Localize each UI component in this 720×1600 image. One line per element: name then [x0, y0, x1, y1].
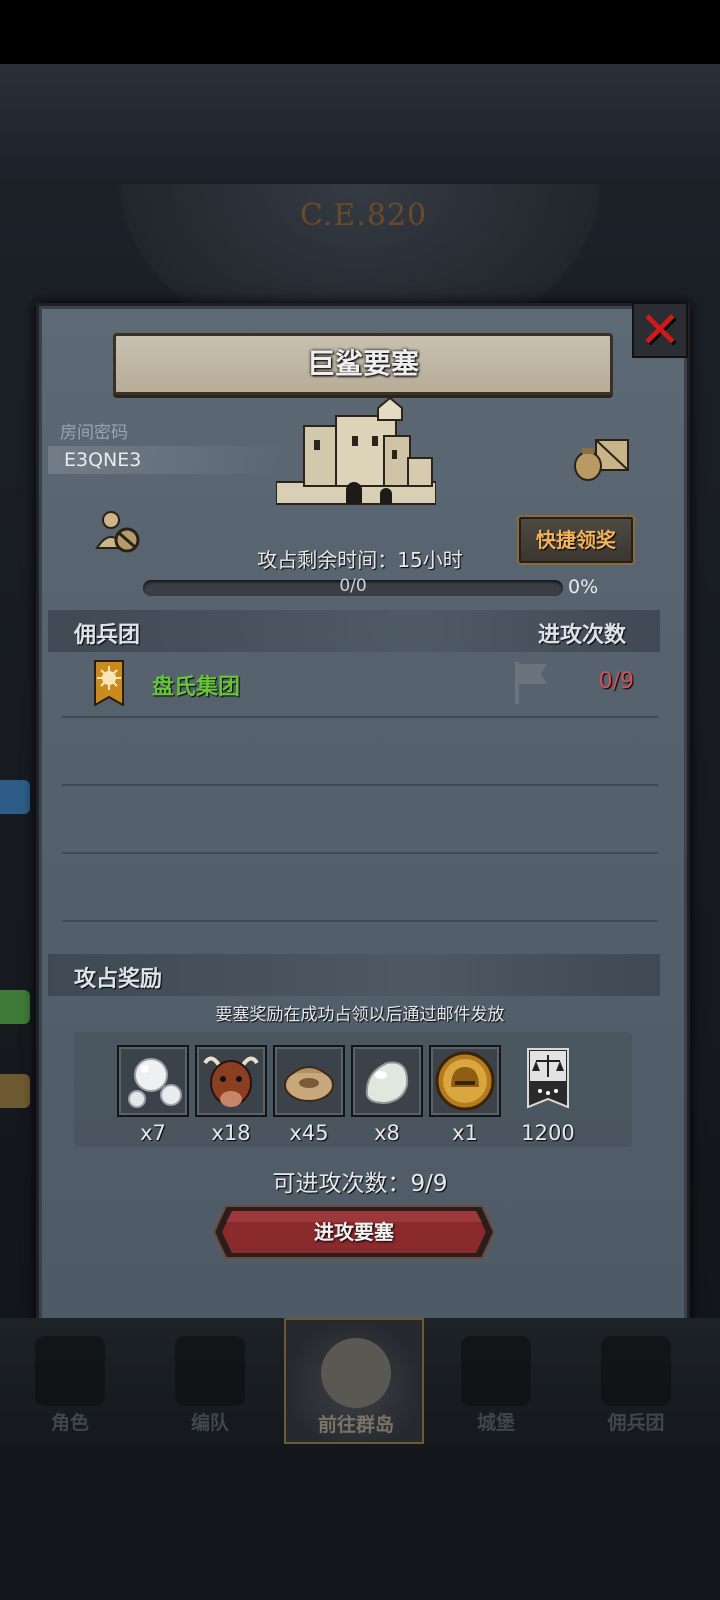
- nav-label: 编队: [190, 1412, 229, 1434]
- nav-item-islands[interactable]: 前往群岛: [284, 1318, 424, 1444]
- close-icon: ✕: [639, 301, 681, 359]
- side-tab-green[interactable]: [0, 990, 30, 1024]
- close-button[interactable]: ✕: [632, 302, 688, 358]
- castle-icon: [276, 396, 436, 505]
- remaining-time: 攻占剩余时间：15小时: [257, 548, 463, 572]
- reward-item[interactable]: 1200: [512, 1045, 584, 1145]
- nav-item-character[interactable]: 角色: [0, 1318, 140, 1444]
- bottom-area: [0, 1444, 720, 1600]
- reward-count: 1200: [521, 1121, 575, 1145]
- side-tab-blue[interactable]: [0, 780, 30, 814]
- sack-icon: [284, 1066, 334, 1102]
- nav-item-formation[interactable]: 编队: [140, 1318, 280, 1444]
- nav-label: 角色: [50, 1412, 89, 1434]
- room-password-label: 房间密码: [60, 423, 128, 443]
- white-stone-icon: [365, 1061, 409, 1105]
- user-blocked-icon[interactable]: [95, 508, 141, 554]
- attack-button-label: 进攻要塞: [314, 1220, 394, 1244]
- reward-item[interactable]: x1: [429, 1045, 501, 1145]
- nav-item-mercenary[interactable]: 佣兵团: [566, 1318, 706, 1444]
- rewards-note: 要塞奖励在成功占领以后通过邮件发放: [215, 1005, 505, 1025]
- reward-item[interactable]: x8: [351, 1045, 423, 1145]
- reward-count: x18: [211, 1121, 251, 1145]
- occupy-progress-percent: 0%: [568, 576, 599, 598]
- knight-helmet-coin-icon: [435, 1051, 495, 1111]
- reward-item[interactable]: x18: [195, 1045, 267, 1145]
- attack-fortress-button[interactable]: 进攻要塞: [212, 1204, 496, 1260]
- pearl-icon: [128, 1058, 182, 1108]
- mercenary-banner-icon: [94, 660, 124, 706]
- mercenary-header: 佣兵团: [74, 623, 141, 648]
- nav-label: 城堡: [476, 1412, 515, 1434]
- panel-title: 巨鲨要塞: [306, 347, 419, 380]
- nav-label: 前往群岛: [317, 1414, 394, 1436]
- character-icon: [35, 1336, 105, 1406]
- reward-item[interactable]: x45: [273, 1045, 345, 1145]
- attack-count: 可进攻次数：9/9: [272, 1171, 448, 1197]
- attack-times-header: 进攻次数: [538, 623, 627, 648]
- row-divider: [62, 852, 658, 854]
- bull-icon: [203, 1056, 259, 1107]
- era-text: C.E.820: [300, 198, 428, 233]
- supply-bag-icon[interactable]: [572, 434, 632, 482]
- row-divider: [62, 784, 658, 786]
- castle-icon: [461, 1336, 531, 1406]
- reward-count: x45: [289, 1121, 329, 1145]
- room-code[interactable]: E3QNE3: [64, 446, 141, 474]
- title-plaque: 巨鲨要塞: [113, 333, 613, 395]
- flag-icon: [515, 662, 547, 704]
- world-map-icon: [321, 1338, 391, 1408]
- status-bar: [0, 0, 720, 64]
- quick-claim-label: 快捷领奖: [536, 528, 616, 552]
- mercenary-attack-count: 0/9: [598, 669, 634, 694]
- occupy-progress-text: 0/0: [339, 576, 367, 596]
- row-divider: [62, 716, 658, 718]
- reward-count: x1: [452, 1121, 478, 1145]
- mercenary-icon: [601, 1336, 671, 1406]
- nav-label: 佣兵团: [607, 1412, 665, 1434]
- reward-item[interactable]: x7: [117, 1045, 189, 1145]
- reward-count: x7: [140, 1121, 166, 1145]
- row-divider: [62, 920, 658, 922]
- mercenary-name[interactable]: 盘氏集团: [152, 669, 240, 701]
- reward-count: x8: [374, 1121, 400, 1145]
- formation-icon: [175, 1336, 245, 1406]
- quick-claim-button[interactable]: 快捷领奖: [517, 515, 635, 565]
- rewards-header: 攻占奖励: [74, 967, 163, 992]
- justice-banner-icon: [527, 1048, 569, 1109]
- nav-item-castle[interactable]: 城堡: [426, 1318, 566, 1444]
- side-tab-gold[interactable]: [0, 1074, 30, 1108]
